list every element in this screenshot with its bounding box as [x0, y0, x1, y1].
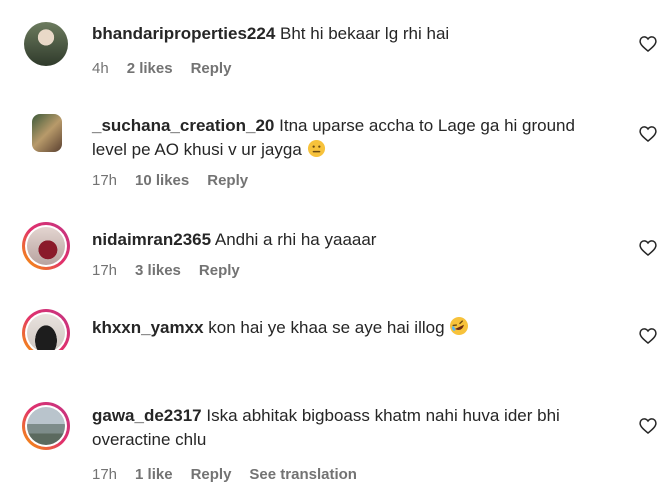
- comment-body: khxxn_yamxx kon hai ye khaa se aye hai i…: [92, 316, 610, 343]
- avatar-image: [27, 407, 65, 445]
- see-translation-button[interactable]: See translation: [249, 466, 357, 483]
- comment-meta: 17h 1 like Reply See translation: [92, 466, 357, 483]
- comment-text: kon hai ye khaa se aye hai illog: [208, 318, 445, 337]
- reply-button[interactable]: Reply: [191, 466, 232, 483]
- avatar[interactable]: [22, 402, 70, 450]
- heart-outline-icon[interactable]: [638, 416, 658, 436]
- rofl-emoji: [449, 316, 469, 343]
- avatar[interactable]: [22, 309, 70, 350]
- comment-username[interactable]: gawa_de2317: [92, 406, 202, 425]
- comment-item: khxxn_yamxx kon hai ye khaa se aye hai i…: [0, 0, 670, 350]
- heart-outline-icon[interactable]: [638, 326, 658, 346]
- likes-count[interactable]: 1 like: [135, 466, 173, 483]
- comment-body: gawa_de2317 Iska abhitak bigboass khatm …: [92, 404, 610, 452]
- avatar-image: [27, 314, 65, 350]
- comment-username[interactable]: khxxn_yamxx: [92, 318, 204, 337]
- comment-time: 17h: [92, 466, 118, 483]
